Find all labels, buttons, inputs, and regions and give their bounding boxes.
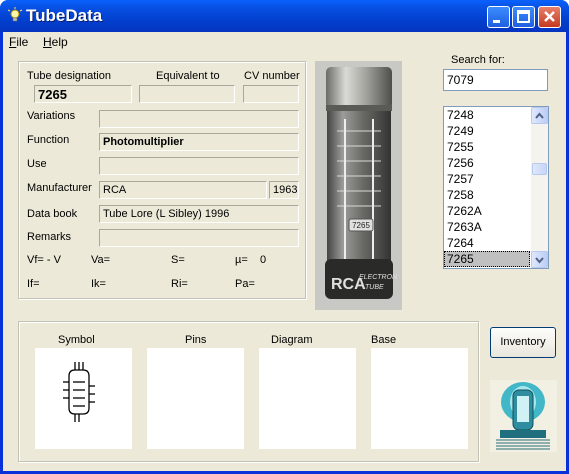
scroll-thumb[interactable] — [532, 163, 547, 175]
app-logo — [490, 380, 557, 452]
data-book-field[interactable]: Tube Lore (L Sibley) 1996 — [99, 205, 299, 223]
cv-number-field[interactable] — [243, 85, 299, 103]
list-item[interactable]: 7256 — [444, 155, 530, 171]
title-bar[interactable]: TubeData — [0, 0, 569, 32]
diagram-panel — [259, 348, 356, 449]
tube-designation-label: Tube designation — [27, 70, 111, 82]
use-label: Use — [27, 158, 47, 170]
chevron-up-icon — [535, 112, 544, 119]
data-book-label: Data book — [27, 208, 78, 220]
lightbulb-icon — [7, 7, 23, 22]
scroll-down-button[interactable] — [531, 251, 548, 268]
list-item[interactable]: 7249 — [444, 123, 530, 139]
s-label: S= — [171, 254, 185, 266]
tube-symbol-icon — [63, 362, 95, 422]
client-area: File Help Tube designation Equivalent to… — [3, 32, 566, 471]
function-label: Function — [27, 134, 70, 146]
ik-label: Ik= — [91, 278, 106, 290]
scroll-up-button[interactable] — [531, 107, 548, 124]
search-input[interactable] — [443, 69, 548, 91]
close-button[interactable] — [538, 6, 561, 28]
search-label: Search for: — [451, 54, 505, 66]
ri-label: Ri= — [171, 278, 188, 290]
list-item[interactable]: 7264 — [444, 235, 530, 251]
pins-label: Pins — [185, 334, 207, 346]
use-field[interactable] — [99, 157, 299, 175]
symbol-label: Symbol — [58, 334, 95, 346]
tube-designation-field[interactable]: 7265 — [34, 85, 132, 103]
menu-file[interactable]: File — [9, 35, 28, 49]
mu-value: 0 — [260, 254, 267, 266]
app-window: TubeData File Help Tube designation Equi… — [0, 0, 569, 474]
menu-file-label: ile — [16, 35, 29, 49]
photo-electron-text: ELECTRON — [359, 274, 398, 281]
equivalent-to-field[interactable] — [139, 85, 235, 103]
mu-label: µ= — [235, 254, 248, 266]
pa-label: Pa= — [235, 278, 255, 290]
menu-help[interactable]: Help — [43, 35, 68, 49]
variations-label: Variations — [27, 110, 76, 122]
list-item[interactable]: 7248 — [444, 107, 530, 123]
tube-list[interactable]: 7248 7249 7255 7256 7257 7258 7262A 7263A 7264 72… — [443, 106, 549, 269]
list-item[interactable]: 7255 — [444, 139, 530, 155]
year-field[interactable]: 1963 — [269, 181, 299, 199]
tube-list-scrollbar[interactable] — [531, 107, 548, 268]
va-label: Va= — [91, 254, 111, 266]
photo-badge-text: 7265 — [352, 221, 370, 230]
menu-bar: File Help — [3, 32, 566, 52]
menu-help-key: H — [43, 35, 52, 49]
remarks-label: Remarks — [27, 231, 72, 243]
diagram-label: Diagram — [271, 334, 313, 346]
list-item[interactable]: 7258 — [444, 187, 530, 203]
function-field[interactable]: Photomultiplier — [99, 133, 299, 151]
symbol-panel — [35, 348, 132, 449]
maximize-icon — [517, 10, 530, 23]
close-icon — [544, 11, 555, 22]
minimize-button[interactable] — [487, 6, 510, 28]
list-item[interactable]: 7257 — [444, 171, 530, 187]
equivalent-to-label: Equivalent to — [156, 70, 220, 82]
photo-tube-text: TUBE — [365, 284, 384, 291]
inventory-button[interactable]: Inventory — [490, 327, 556, 358]
base-label: Base — [371, 334, 397, 346]
pins-panel — [147, 348, 244, 449]
vf-label: Vf= - V — [27, 254, 61, 266]
variations-field[interactable] — [99, 110, 299, 128]
manufacturer-label: Manufacturer — [27, 182, 92, 194]
tube-photo: 7265 RCA ELECTRON TUBE — [315, 61, 402, 310]
minimize-icon — [493, 20, 500, 23]
maximize-button[interactable] — [512, 6, 535, 28]
base-panel — [371, 348, 468, 449]
list-item[interactable]: 7262A — [444, 203, 530, 219]
window-title: TubeData — [26, 6, 103, 25]
menu-help-label: elp — [51, 35, 68, 49]
chevron-down-icon — [535, 257, 544, 264]
remarks-field[interactable] — [99, 229, 299, 247]
manufacturer-field[interactable]: RCA — [99, 181, 267, 199]
list-item[interactable]: 7265 — [444, 251, 530, 267]
if-label: If= — [27, 278, 40, 290]
list-item[interactable]: 7263A — [444, 219, 530, 235]
cv-number-label: CV number — [244, 70, 300, 82]
